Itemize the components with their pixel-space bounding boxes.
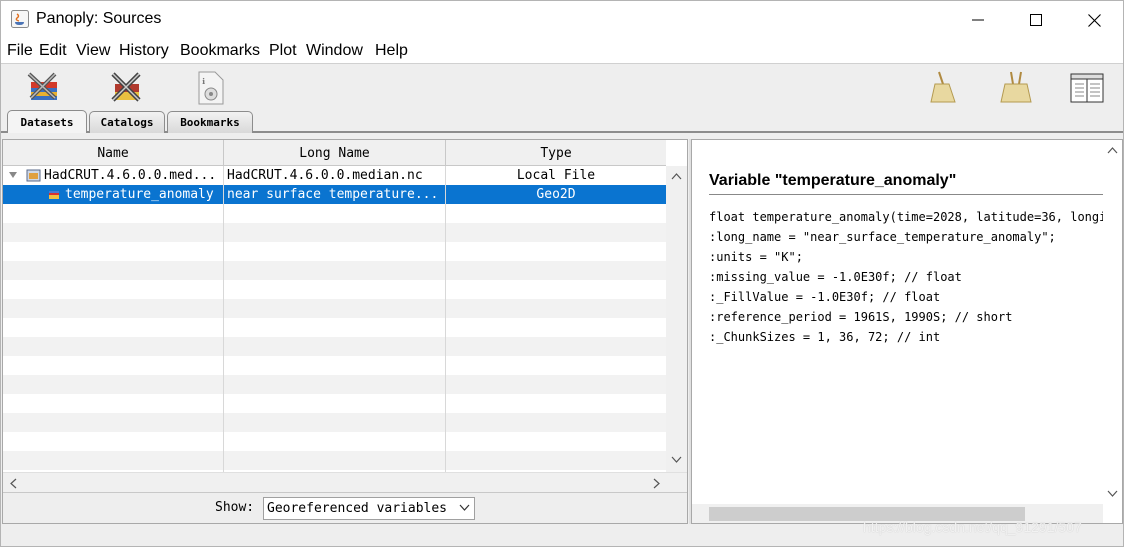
clear-button[interactable] [925,68,965,106]
minimize-button[interactable] [949,1,1007,39]
scroll-down-icon [671,456,682,463]
menu-edit[interactable]: Edit [39,42,67,60]
tab-datasets[interactable]: Datasets [7,110,87,133]
empty-row [3,375,666,394]
dataset-file-icon [26,166,42,185]
combine-plot-button[interactable] [107,68,147,106]
show-filter-bar: Show: Georeferenced variables [3,492,687,523]
table-body: HadCRUT.4.6.0.0.med... HadCRUT.4.6.0.0.m… [3,166,666,472]
menu-file[interactable]: File [7,42,33,60]
java-app-icon [11,10,29,28]
chevron-down-icon [459,504,470,511]
table-view-icon [1070,73,1104,103]
metadata-line: :units = "K"; [709,250,803,264]
row-long-name: near surface temperature... [227,187,439,202]
minimize-icon [972,19,984,21]
row-long-name: HadCRUT.4.6.0.0.median.nc [227,168,423,183]
column-divider [445,166,446,472]
maximize-button[interactable] [1007,1,1065,39]
table-row-selected[interactable]: temperature_anomaly near surface tempera… [3,185,666,204]
metadata-line: :missing_value = -1.0E30f; // float [709,270,962,284]
clear-all-button[interactable] [997,68,1037,106]
tab-bookmarks[interactable]: Bookmarks [167,111,253,133]
empty-row [3,223,666,242]
close-button[interactable] [1065,1,1123,39]
datasets-panel: Name Long Name Type HadCRUT.4.6.0.0.med.… [2,139,688,524]
scroll-up-icon [671,173,682,180]
tree-expanded-icon [9,172,17,178]
table-view-button[interactable] [1067,68,1107,106]
toolbar: ℹ [1,63,1123,109]
tab-catalogs[interactable]: Catalogs [89,111,165,133]
create-plot-button[interactable] [25,68,65,106]
scroll-down-icon [1107,490,1118,497]
column-header-name[interactable]: Name [3,140,224,166]
metadata-line: :_FillValue = -1.0E30f; // float [709,290,941,304]
source-tabs: Datasets Catalogs Bookmarks [1,109,1123,133]
menu-bookmarks[interactable]: Bookmarks [180,42,260,60]
table-vertical-scrollbar[interactable] [666,166,687,472]
open-file-icon: ℹ [198,71,224,105]
table-row[interactable]: HadCRUT.4.6.0.0.med... HadCRUT.4.6.0.0.m… [3,166,666,185]
menu-view[interactable]: View [76,42,110,60]
table-horizontal-scrollbar[interactable] [3,472,687,492]
empty-row [3,451,666,470]
row-type: Local File [516,168,596,183]
column-header-type[interactable]: Type [446,140,666,166]
row-name: HadCRUT.4.6.0.0.med... [44,168,217,183]
tab-catalogs-label: Catalogs [100,116,154,129]
create-plot-icon [27,72,57,100]
clear-all-icon [1000,71,1032,103]
close-icon [1087,13,1101,27]
empty-row [3,413,666,432]
scroll-left-icon [10,478,17,489]
empty-row [3,261,666,280]
variable-title: Variable "temperature_anomaly" [709,172,957,189]
details-vertical-scrollbar[interactable] [1103,140,1122,504]
table-header: Name Long Name Type [3,140,666,166]
svg-text:ℹ: ℹ [202,77,205,86]
metadata-line: :_ChunkSizes = 1, 36, 72; // int [709,330,941,344]
column-divider [223,166,224,472]
metadata-line: :long_name = "near_surface_temperature_a… [709,230,1056,244]
column-header-long-name[interactable]: Long Name [224,140,446,166]
menu-bar: File Edit View History Bookmarks Plot Wi… [1,39,1123,63]
title-divider [709,194,1104,195]
scroll-right-icon [653,478,660,489]
show-filter-dropdown[interactable]: Georeferenced variables [263,497,475,520]
show-label: Show: [215,500,255,515]
variable-details-panel: Variable "temperature_anomaly" float tem… [691,139,1123,524]
geo2d-variable-icon [47,185,63,204]
menu-help[interactable]: Help [375,42,408,60]
empty-row [3,337,666,356]
scroll-up-icon [1107,147,1118,154]
row-type: Geo2D [536,187,576,202]
show-filter-value: Georeferenced variables [267,501,448,516]
tab-bookmarks-label: Bookmarks [180,116,240,129]
title-bar: Panoply: Sources [1,1,1123,39]
menu-plot[interactable]: Plot [269,42,297,60]
tab-datasets-label: Datasets [20,115,74,129]
expand-toggle[interactable] [8,166,22,185]
metadata-line: :reference_period = 1961S, 1990S; // sho… [709,310,1013,324]
menu-history[interactable]: History [119,42,169,60]
open-file-button[interactable]: ℹ [191,68,231,106]
panoply-window: Panoply: Sources File Edit View History … [0,0,1124,547]
clear-icon [930,71,956,103]
combine-plot-icon [111,72,141,102]
row-name: temperature_anomaly [65,187,214,202]
menu-window[interactable]: Window [306,42,363,60]
watermark-text: https://blog.csdn.net/qq_91291/507 [863,519,1082,535]
empty-row [3,299,666,318]
window-title: Panoply: Sources [36,10,162,27]
maximize-icon [1030,14,1042,26]
metadata-line: float temperature_anomaly(time=2028, lat… [709,210,1121,224]
